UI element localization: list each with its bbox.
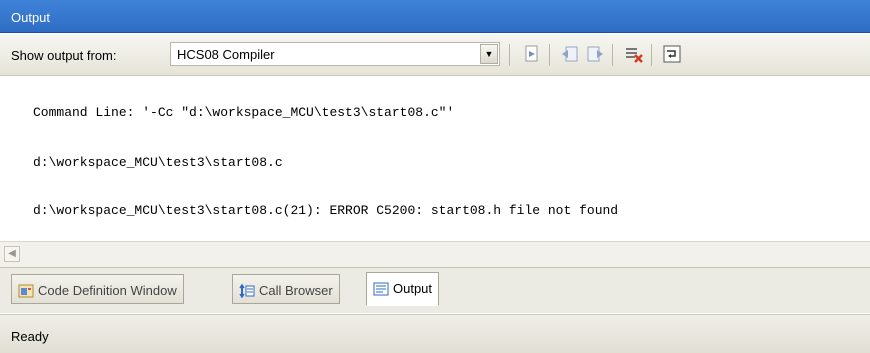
output-text-area[interactable]: Command Line: '-Cc "d:\workspace_MCU\tes… — [0, 77, 870, 241]
output-icon — [373, 282, 389, 296]
output-source-dropdown[interactable]: HCS08 Compiler ▼ — [170, 42, 500, 66]
tab-output[interactable]: Output — [366, 272, 440, 306]
scroll-left-arrow-icon[interactable]: ◀ — [4, 246, 20, 262]
toolbar-separator — [549, 44, 550, 66]
clear-all-icon[interactable] — [624, 44, 644, 64]
word-wrap-icon[interactable] — [662, 44, 682, 64]
output-title-bar: Output — [0, 0, 870, 33]
status-bar: Ready — [0, 314, 870, 353]
output-line: Command Line: '-Cc "d:\workspace_MCU\tes… — [33, 105, 455, 120]
chevron-down-icon[interactable]: ▼ — [480, 44, 498, 64]
window-title: Output — [11, 10, 51, 25]
output-toolbar: Show output from: HCS08 Compiler ▼ — [0, 34, 870, 76]
show-output-from-label: Show output from: — [11, 48, 117, 63]
tab-call-browser[interactable]: Call Browser — [232, 274, 340, 304]
tab-code-definition-window[interactable]: Code Definition Window — [11, 274, 184, 304]
status-text: Ready — [11, 329, 49, 344]
output-line: d:\workspace_MCU\test3\start08.c — [33, 155, 283, 170]
tab-label: Call Browser — [259, 283, 333, 298]
code-definition-icon — [18, 284, 34, 298]
panel-tab-strip: Code Definition Window Call Browser Outp… — [0, 267, 870, 313]
tab-label: Output — [393, 281, 433, 296]
output-source-value: HCS08 Compiler — [177, 47, 275, 62]
toolbar-separator — [612, 44, 613, 66]
horizontal-scrollbar[interactable]: ◀ — [0, 241, 870, 267]
find-next-icon[interactable] — [585, 44, 605, 64]
toolbar-separator — [509, 44, 510, 66]
call-browser-icon — [239, 283, 255, 299]
toolbar-separator — [651, 44, 652, 66]
output-line: d:\workspace_MCU\test3\start08.c(21): ER… — [33, 203, 619, 218]
find-previous-icon[interactable] — [560, 44, 580, 64]
tab-label: Code Definition Window — [38, 283, 177, 298]
go-to-line-icon[interactable] — [522, 44, 542, 64]
